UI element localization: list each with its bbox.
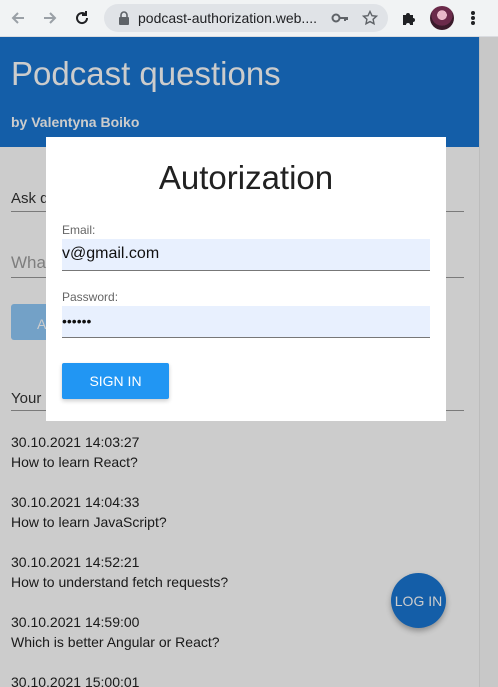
password-group: Password: •••••• [62, 290, 430, 338]
lock-icon[interactable] [114, 11, 134, 25]
puzzle-icon[interactable] [398, 7, 420, 29]
scrollbar[interactable] [479, 37, 498, 687]
avatar[interactable] [430, 6, 454, 30]
password-label: Password: [62, 290, 119, 304]
dialog-title: Autorization [158, 159, 334, 196]
address-bar[interactable]: podcast-authorization.web.... [104, 4, 388, 32]
email-field[interactable]: v@gmail.com [62, 239, 430, 271]
page-content: Podcast questions by Valentyna Boiko Ask… [0, 37, 498, 687]
password-field[interactable]: •••••• [62, 306, 430, 338]
back-arrow-icon[interactable] [6, 6, 30, 30]
star-icon[interactable] [360, 8, 380, 28]
reload-icon[interactable] [70, 6, 94, 30]
forward-arrow-icon[interactable] [38, 6, 62, 30]
email-label: Email: [62, 223, 96, 237]
url-text[interactable]: podcast-authorization.web.... [138, 10, 318, 26]
browser-toolbar: podcast-authorization.web.... [0, 0, 498, 37]
email-group: Email: v@gmail.com [62, 223, 430, 271]
key-icon[interactable] [330, 8, 350, 28]
kebab-menu-icon[interactable] [466, 7, 480, 29]
authorization-dialog: Autorization Email: v@gmail.com Password… [46, 137, 446, 421]
sign-in-button[interactable]: SIGN IN [62, 363, 169, 399]
